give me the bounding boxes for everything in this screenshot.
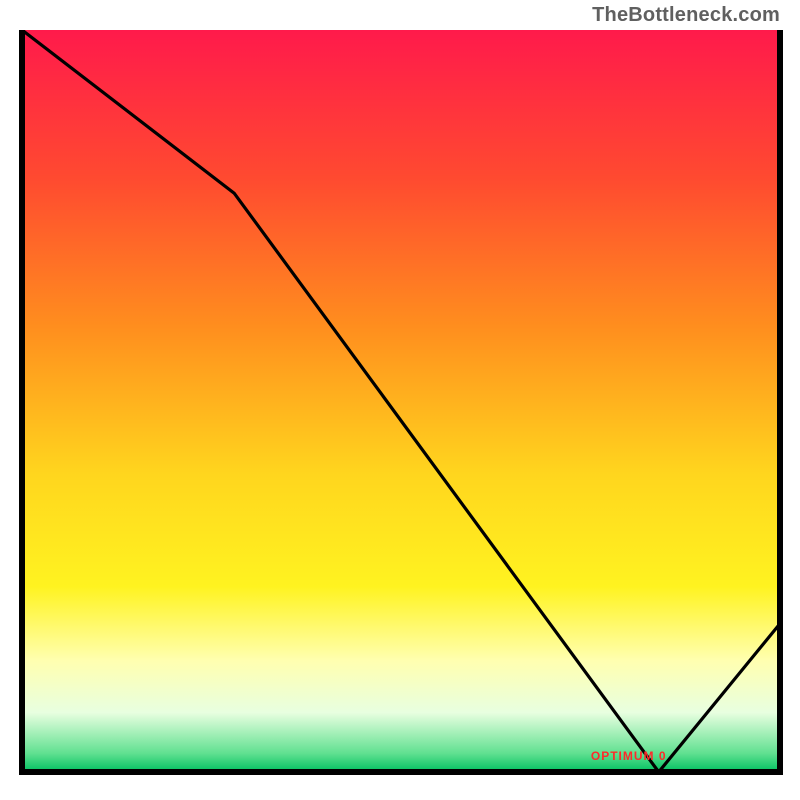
chart-container: TheBottleneck.com OPTIMUM 0 <box>0 0 800 800</box>
heat-gradient-background <box>22 30 780 772</box>
optimum-band-label: OPTIMUM 0 <box>591 749 667 763</box>
bottleneck-curve-chart: OPTIMUM 0 <box>0 0 800 800</box>
